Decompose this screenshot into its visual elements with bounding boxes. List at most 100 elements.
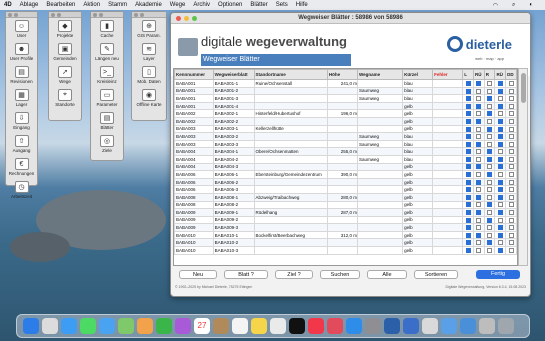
wifi-icon[interactable]: ◠ [493, 2, 498, 9]
row-checkbox[interactable] [487, 103, 493, 109]
row-checkbox[interactable] [465, 149, 471, 155]
row-checkbox[interactable] [508, 126, 514, 132]
notes-icon[interactable] [251, 318, 267, 334]
menu-ablage[interactable]: Ablage [20, 2, 39, 8]
row-checkbox[interactable] [497, 240, 503, 246]
row-checkbox[interactable] [476, 96, 482, 102]
close-button[interactable] [176, 16, 181, 21]
row-checkbox[interactable] [465, 134, 471, 140]
menu-app[interactable]: 4D [4, 2, 12, 8]
zoom-button[interactable] [192, 16, 197, 21]
row-checkbox[interactable] [487, 187, 493, 193]
table-row[interactable]: BABA006 BABA006-2 gelb [174, 177, 517, 187]
row-checkbox[interactable] [465, 217, 471, 223]
table-scrollbar[interactable] [518, 68, 528, 266]
row-checkbox[interactable] [508, 96, 514, 102]
row-checkbox[interactable] [476, 172, 482, 178]
row-checkbox[interactable] [508, 111, 514, 117]
row-checkbox[interactable] [476, 164, 482, 170]
row-checkbox[interactable] [508, 202, 514, 208]
table-row[interactable]: BABA009 BABA009-3 gelb [174, 223, 517, 232]
row-checkbox[interactable] [508, 194, 514, 200]
row-checkbox[interactable] [465, 232, 471, 238]
row-checkbox[interactable] [508, 232, 514, 238]
row-checkbox[interactable] [487, 126, 493, 132]
row-checkbox[interactable] [476, 141, 482, 147]
table-row[interactable]: BABA010 BABA010-3 gelb [174, 246, 517, 255]
row-checkbox[interactable] [465, 156, 471, 162]
column-header[interactable]: Kürzel [402, 69, 434, 80]
row-checkbox[interactable] [465, 172, 471, 178]
row-checkbox[interactable] [476, 194, 482, 200]
row-checkbox[interactable] [508, 210, 514, 216]
tool-cache[interactable]: ▮ Cache [91, 20, 123, 41]
row-checkbox[interactable] [497, 210, 503, 216]
menu-stamm[interactable]: Stamm [108, 2, 127, 8]
row-checkbox[interactable] [487, 88, 493, 94]
search-button[interactable]: Suchen [320, 270, 360, 279]
podcasts-icon[interactable] [175, 318, 191, 334]
row-checkbox[interactable] [465, 88, 471, 94]
table-row[interactable]: BABA009 BABA009-1 Rödelhang 287,0 m gelb [174, 208, 517, 217]
row-checkbox[interactable] [465, 164, 471, 170]
minimize-button[interactable] [184, 16, 189, 21]
row-checkbox[interactable] [487, 172, 493, 178]
row-checkbox[interactable] [487, 111, 493, 117]
row-checkbox[interactable] [497, 217, 503, 223]
table-row[interactable]: BABA002 BABA002-2 gelb [174, 116, 517, 126]
row-checkbox[interactable] [487, 134, 493, 140]
menu-wege[interactable]: Wege [170, 2, 186, 8]
weather-icon[interactable] [441, 318, 457, 334]
tool-gis-param[interactable]: ⊕ GIS Param. [132, 20, 166, 41]
row-checkbox[interactable] [487, 118, 493, 124]
row-checkbox[interactable] [497, 141, 503, 147]
row-checkbox[interactable] [508, 240, 514, 246]
menu-hilfe[interactable]: Hilfe [296, 2, 308, 8]
row-checkbox[interactable] [465, 80, 471, 86]
menu-aktion[interactable]: Aktion [83, 2, 100, 8]
tool-lager[interactable]: ▦ Lager [6, 89, 37, 110]
tool-blaetter[interactable]: ▤ Blätter [91, 112, 123, 133]
downloads-folder-icon[interactable] [479, 318, 495, 334]
row-checkbox[interactable] [476, 225, 482, 231]
column-header[interactable]: Kennnummer [174, 69, 214, 80]
menu-sets[interactable]: Sets [276, 2, 288, 8]
tool-rechnungen[interactable]: € Rechnungen [6, 158, 37, 179]
table-row[interactable]: BABA006 BABA006-3 gelb [174, 185, 517, 194]
column-header[interactable]: Wegname [356, 69, 404, 80]
menu-bearbeiten[interactable]: Bearbeiten [46, 2, 75, 8]
row-checkbox[interactable] [497, 111, 503, 117]
table-row[interactable]: BABA002 BABA002-1 Hinterfeld/Hubertushof 19… [174, 109, 517, 118]
menu-akademie[interactable]: Akademie [135, 2, 162, 8]
system-settings-icon[interactable] [365, 318, 381, 334]
row-checkbox[interactable] [487, 96, 493, 102]
row-checkbox[interactable] [465, 96, 471, 102]
search-icon[interactable]: ⌕ [512, 2, 515, 9]
done-button[interactable]: Fertig [476, 270, 520, 279]
row-checkbox[interactable] [465, 225, 471, 231]
table-row[interactable]: BABA008 BABA008-2 gelb [174, 200, 517, 210]
photos-icon[interactable] [137, 318, 153, 334]
row-checkbox[interactable] [476, 210, 482, 216]
table-row[interactable]: BABA004 BABA004-1 Obere/Ochsenmatten 255,0 … [174, 147, 517, 156]
app-store-icon[interactable] [346, 318, 362, 334]
row-checkbox[interactable] [508, 80, 514, 86]
table-row[interactable]: BABA003 BABA003-2 Saumweg blau [174, 132, 517, 141]
row-checkbox[interactable] [465, 194, 471, 200]
row-checkbox[interactable] [487, 164, 493, 170]
row-checkbox[interactable] [465, 202, 471, 208]
row-checkbox[interactable] [497, 202, 503, 208]
row-checkbox[interactable] [487, 217, 493, 223]
column-header[interactable]: Höhe [326, 69, 358, 80]
messages-icon[interactable] [80, 318, 96, 334]
row-checkbox[interactable] [508, 164, 514, 170]
column-header[interactable]: Standortname [253, 69, 328, 80]
sheet-search-button[interactable]: Blatt ? [224, 270, 268, 279]
column-header[interactable]: DD [505, 69, 517, 80]
row-checkbox[interactable] [508, 248, 514, 254]
row-checkbox[interactable] [487, 179, 493, 185]
reminders-icon[interactable] [232, 318, 248, 334]
row-checkbox[interactable] [476, 111, 482, 117]
row-checkbox[interactable] [497, 126, 503, 132]
control-center-icon[interactable]: ◐ [529, 2, 533, 8]
